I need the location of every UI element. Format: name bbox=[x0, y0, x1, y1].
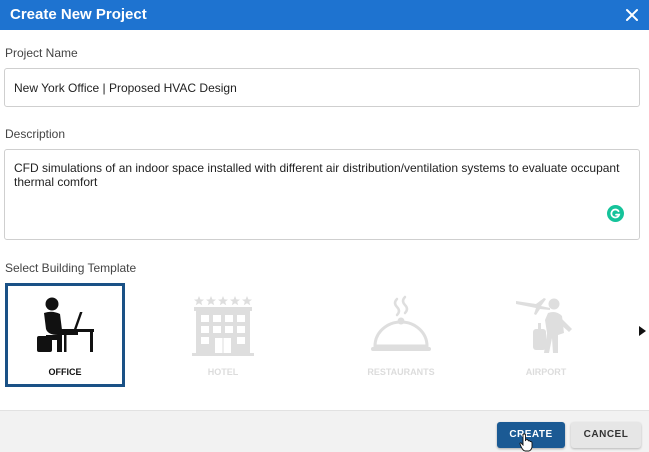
template-restaurants[interactable]: RESTAURANTS bbox=[341, 283, 461, 387]
close-icon bbox=[626, 9, 638, 21]
template-label: Select Building Template bbox=[5, 261, 137, 275]
office-worker-icon bbox=[37, 297, 94, 352]
template-airport[interactable]: AIRPORT bbox=[486, 283, 606, 387]
create-button[interactable]: CREATE bbox=[497, 422, 565, 448]
template-airport-label: AIRPORT bbox=[525, 367, 567, 377]
close-button[interactable] bbox=[621, 4, 643, 26]
description-input[interactable]: CFD simulations of an indoor space insta… bbox=[4, 149, 640, 240]
cancel-button[interactable]: CANCEL bbox=[571, 422, 641, 448]
cloche-icon bbox=[371, 295, 431, 351]
project-name-label: Project Name bbox=[5, 46, 78, 60]
template-office[interactable]: OFFICE bbox=[5, 283, 125, 387]
template-hotel-label: HOTEL bbox=[207, 367, 239, 377]
traveler-icon bbox=[516, 298, 572, 353]
hotel-building-icon bbox=[192, 296, 254, 356]
dialog-title: Create New Project bbox=[10, 6, 147, 23]
grammarly-icon[interactable] bbox=[607, 205, 624, 222]
next-templates-arrow-icon[interactable] bbox=[638, 325, 647, 337]
template-office-label: OFFICE bbox=[48, 367, 82, 377]
project-name-input[interactable] bbox=[4, 68, 640, 107]
template-hotel[interactable]: HOTEL bbox=[163, 283, 283, 387]
description-label: Description bbox=[5, 127, 66, 141]
dialog-header: Create New Project bbox=[0, 0, 649, 30]
template-restaurants-label: RESTAURANTS bbox=[367, 367, 435, 377]
